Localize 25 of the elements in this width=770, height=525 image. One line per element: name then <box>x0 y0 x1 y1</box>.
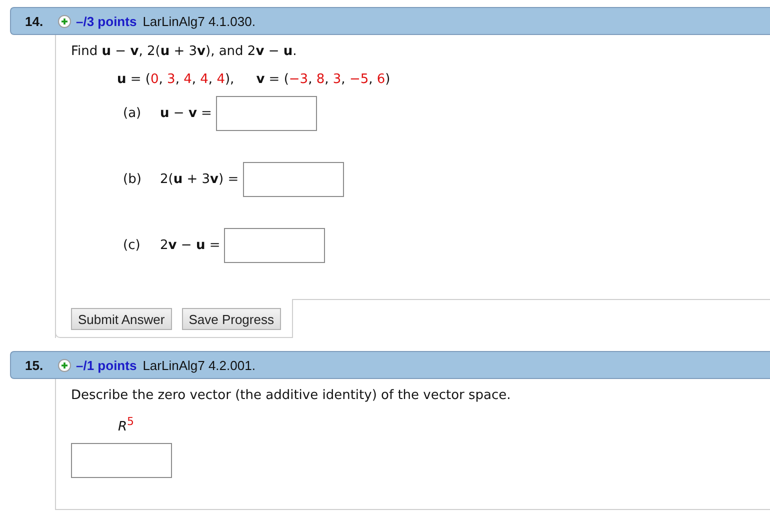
vector-definition: u = (0, 3, 4, 4, 4), <box>117 72 234 88</box>
part-expression: u − v = <box>160 106 212 121</box>
question-number: 14. <box>25 14 44 28</box>
part-expression: 2(u + 3v) = <box>160 172 239 187</box>
save-button[interactable]: Save Progress <box>182 308 281 330</box>
part-label: (c) <box>123 238 142 253</box>
question-prompt: Describe the zero vector (the additive identity) of the vector space. <box>71 387 512 404</box>
submit-button[interactable]: Submit Answer <box>71 308 172 330</box>
part-label: (a) <box>123 106 142 121</box>
vector-space: R$^{5}$ <box>118 414 136 432</box>
points-link[interactable]: –/1 points <box>76 358 137 372</box>
plus-icon[interactable] <box>58 358 71 372</box>
part-label: (b) <box>123 172 142 187</box>
question-prompt: Find u − v, 2(u + 3v), and 2v − u. <box>71 43 298 60</box>
part-expression: 2v − u = <box>160 238 220 253</box>
plus-icon[interactable] <box>58 14 71 28</box>
answer-field[interactable] <box>224 228 326 263</box>
question-reference: LarLinAlg7 4.2.001. <box>142 358 256 372</box>
answer-field[interactable] <box>71 443 172 478</box>
points-link[interactable]: –/3 points <box>76 14 137 28</box>
question-reference: LarLinAlg7 4.1.030. <box>142 14 256 28</box>
question-number: 15. <box>25 358 44 372</box>
answer-field[interactable] <box>242 162 344 197</box>
vector-definition: v = (−3, 8, 3, −5, 6) <box>256 72 390 88</box>
answer-field[interactable] <box>216 96 317 131</box>
